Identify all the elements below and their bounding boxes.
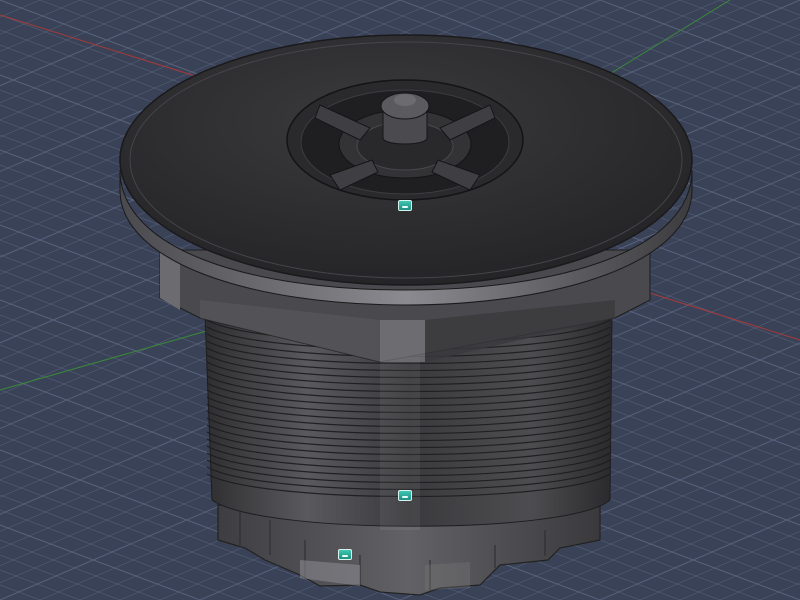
nut-marker[interactable]: [338, 549, 352, 560]
model-scene[interactable]: [0, 0, 800, 600]
cap-marker[interactable]: [398, 200, 412, 211]
y-axis-line-top: [599, 0, 731, 81]
cad-3d-viewport[interactable]: [0, 0, 800, 600]
top-cap[interactable]: [119, 34, 693, 306]
thread-marker[interactable]: [398, 490, 412, 501]
